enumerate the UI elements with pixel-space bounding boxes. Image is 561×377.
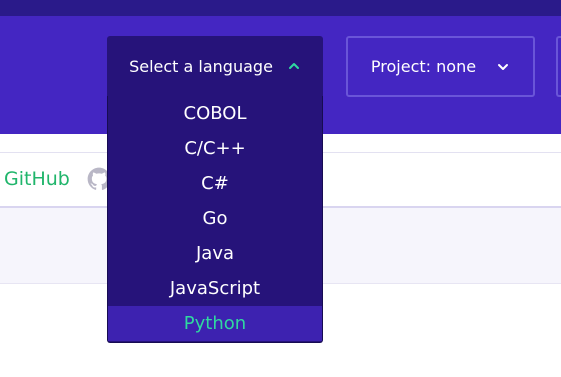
top-bar [0, 0, 561, 16]
header-next-control[interactable] [556, 36, 561, 97]
language-select-label: Select a language [129, 56, 273, 76]
language-option-csharp[interactable]: C# [108, 166, 322, 201]
language-option-go[interactable]: Go [108, 201, 322, 236]
language-option-cpp[interactable]: C/C++ [108, 131, 322, 166]
language-select[interactable]: Select a language [107, 36, 323, 96]
language-option-javascript[interactable]: JavaScript [108, 271, 322, 306]
language-dropdown-menu: COBOL C/C++ C# Go Java JavaScript Python [107, 96, 323, 343]
language-option-cobol[interactable]: COBOL [108, 96, 322, 131]
language-option-python[interactable]: Python [108, 306, 322, 341]
project-select-label: Project: none [370, 57, 477, 76]
project-select[interactable]: Project: none [346, 36, 535, 97]
github-link[interactable]: GitHub [4, 168, 70, 190]
chevron-up-icon [288, 63, 299, 69]
language-option-java[interactable]: Java [108, 236, 322, 271]
chevron-down-icon [498, 63, 509, 70]
